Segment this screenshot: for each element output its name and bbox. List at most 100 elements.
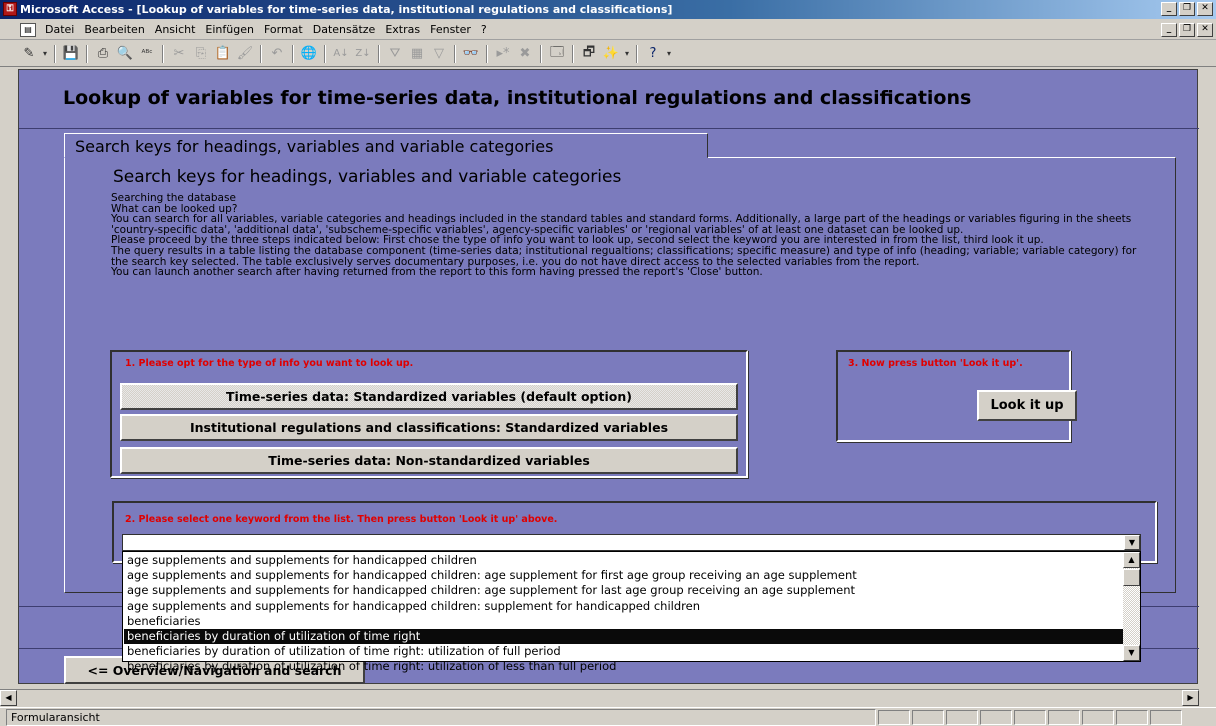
keyword-option[interactable]: age supplements and supplements for hand… [124, 583, 1123, 598]
save-icon[interactable]: 💾 [60, 43, 82, 65]
scroll-thumb[interactable] [1123, 569, 1140, 586]
window-controls: _ ❐ ✕ [1161, 2, 1213, 16]
description-line: You can launch another search after havi… [111, 266, 763, 279]
print-icon[interactable]: ⎙ [92, 43, 114, 65]
status-indicator [912, 709, 944, 725]
status-indicator [946, 709, 978, 725]
database-window-icon[interactable]: 🗗 [578, 43, 600, 65]
toolbar: ✎ ▾ 💾 ⎙ 🔍 ᴬᴮᶜ ✂ ⎘ 📋 🖌 ↶ 🌐 A↓ Z↓ ⛛ ▦ ▽ 👓 … [0, 41, 1216, 67]
list-scrollbar[interactable]: ▲ ▼ [1123, 552, 1140, 661]
spelling-icon[interactable]: ᴬᴮᶜ [136, 43, 158, 65]
delete-record-icon[interactable]: ✖ [514, 43, 536, 65]
undo-icon[interactable]: ↶ [266, 43, 288, 65]
description-line: The query results in a table listing the… [111, 244, 1140, 268]
menu-help[interactable]: ? [476, 23, 492, 36]
toolbar-separator [86, 44, 88, 63]
form-horizontal-scrollbar[interactable]: ◀ ▶ [0, 689, 1199, 706]
keyword-option[interactable]: age supplements and supplements for hand… [124, 599, 1123, 614]
menu-bar: ▤ Datei Bearbeiten Ansicht Einfügen Form… [0, 20, 1216, 40]
option-ts-nonstandardized-button[interactable]: Time-series data: Non-standardized varia… [120, 447, 738, 474]
menu-extras[interactable]: Extras [380, 23, 425, 36]
toolbar-separator [454, 44, 456, 63]
keyword-option[interactable]: beneficiaries [124, 614, 1123, 629]
form-window-icon[interactable]: ▤ [20, 22, 36, 37]
access-window: ⚿ Microsoft Access - [Lookup of variable… [0, 0, 1216, 726]
format-painter-icon[interactable]: 🖌 [234, 43, 256, 65]
properties-icon[interactable]: 🗔 [546, 43, 568, 65]
status-indicator [878, 709, 910, 725]
toolbar-separator [260, 44, 262, 63]
copy-icon[interactable]: ⎘ [190, 43, 212, 65]
paste-icon[interactable]: 📋 [212, 43, 234, 65]
status-indicator [1116, 709, 1148, 725]
menu-ansicht[interactable]: Ansicht [150, 23, 201, 36]
hyperlink-icon[interactable]: 🌐 [298, 43, 320, 65]
toolbar-separator [486, 44, 488, 63]
new-object-icon[interactable]: ✨ [600, 43, 622, 65]
new-record-icon[interactable]: ▸* [492, 43, 514, 65]
minimize-icon[interactable]: _ [1161, 2, 1177, 16]
keyword-option[interactable]: age supplements and supplements for hand… [124, 568, 1123, 583]
step2-label: 2. Please select one keyword from the li… [125, 514, 558, 525]
scroll-up-icon[interactable]: ▲ [1123, 552, 1140, 568]
combo-dropdown-arrow-icon[interactable]: ▼ [1124, 535, 1140, 550]
keyword-option-selected[interactable]: beneficiaries by duration of utilization… [124, 628, 1123, 645]
keyword-option[interactable]: beneficiaries by duration of utilization… [124, 644, 1123, 659]
scroll-right-icon[interactable]: ▶ [1182, 690, 1199, 706]
form-title: Lookup of variables for time-series data… [63, 87, 972, 109]
keyword-option[interactable]: beneficiaries by duration of utilization… [124, 659, 1123, 674]
menu-format[interactable]: Format [259, 23, 308, 36]
toolbar-separator [54, 44, 56, 63]
dropdown-arrow-icon[interactable]: ▾ [622, 43, 632, 65]
print-preview-icon[interactable]: 🔍 [114, 43, 136, 65]
menu-einfuegen[interactable]: Einfügen [200, 23, 259, 36]
menu-bearbeiten[interactable]: Bearbeiten [79, 23, 149, 36]
doc-restore-icon[interactable]: ❐ [1179, 23, 1195, 37]
title-bar: ⚿ Microsoft Access - [Lookup of variable… [0, 0, 1216, 19]
status-indicator [980, 709, 1012, 725]
tab-search-keys[interactable]: Search keys for headings, variables and … [64, 133, 708, 158]
toolbar-separator [636, 44, 638, 63]
keyword-combobox[interactable]: ▼ [122, 534, 1141, 551]
step1-label: 1. Please opt for the type of info you w… [125, 358, 414, 369]
help-icon[interactable]: ? [642, 43, 664, 65]
filter-by-selection-icon[interactable]: ⛛ [384, 43, 406, 65]
page-title: Search keys for headings, variables and … [113, 167, 622, 187]
restore-icon[interactable]: ❐ [1179, 2, 1195, 16]
window-title: Microsoft Access - [Lookup of variables … [20, 3, 673, 16]
option-inst-standardized-button[interactable]: Institutional regulations and classifica… [120, 414, 738, 441]
dropdown-arrow-icon[interactable]: ▾ [40, 43, 50, 65]
doc-close-icon[interactable]: ✕ [1197, 23, 1213, 37]
toolbar-separator [162, 44, 164, 63]
access-key-icon[interactable]: ⚿ [3, 2, 17, 16]
keyword-option[interactable]: age supplements and supplements for hand… [124, 553, 1123, 568]
filter-by-form-icon[interactable]: ▦ [406, 43, 428, 65]
close-icon[interactable]: ✕ [1197, 2, 1213, 16]
sort-ascending-icon[interactable]: A↓ [330, 43, 352, 65]
document-controls: _ ❐ ✕ [1161, 23, 1213, 37]
option-ts-standardized-button[interactable]: Time-series data: Standardized variables… [120, 383, 738, 410]
keyword-list: age supplements and supplements for hand… [124, 553, 1123, 675]
status-indicator [1014, 709, 1046, 725]
doc-minimize-icon[interactable]: _ [1161, 23, 1177, 37]
menu-fenster[interactable]: Fenster [425, 23, 476, 36]
menu-datei[interactable]: Datei [40, 23, 79, 36]
keyword-dropdown-list: age supplements and supplements for hand… [122, 551, 1141, 673]
status-indicator [1048, 709, 1080, 725]
toolbar-separator [378, 44, 380, 63]
cut-icon[interactable]: ✂ [168, 43, 190, 65]
apply-filter-icon[interactable]: ▽ [428, 43, 450, 65]
find-icon[interactable]: 👓 [460, 43, 482, 65]
description-line: You can search for all variables, variab… [111, 213, 1135, 236]
scroll-down-icon[interactable]: ▼ [1123, 645, 1140, 661]
dropdown-arrow-icon[interactable]: ▾ [664, 43, 674, 65]
scroll-left-icon[interactable]: ◀ [0, 690, 17, 706]
design-view-icon[interactable]: ✎ [18, 43, 40, 65]
menu-datensaetze[interactable]: Datensätze [308, 23, 381, 36]
description-text: Searching the database What can be looke… [111, 193, 1151, 278]
sort-descending-icon[interactable]: Z↓ [352, 43, 374, 65]
status-bar: Formularansicht [0, 707, 1216, 726]
status-text: Formularansicht [6, 708, 876, 726]
look-it-up-button[interactable]: Look it up [977, 390, 1077, 421]
status-indicator [1082, 709, 1114, 725]
